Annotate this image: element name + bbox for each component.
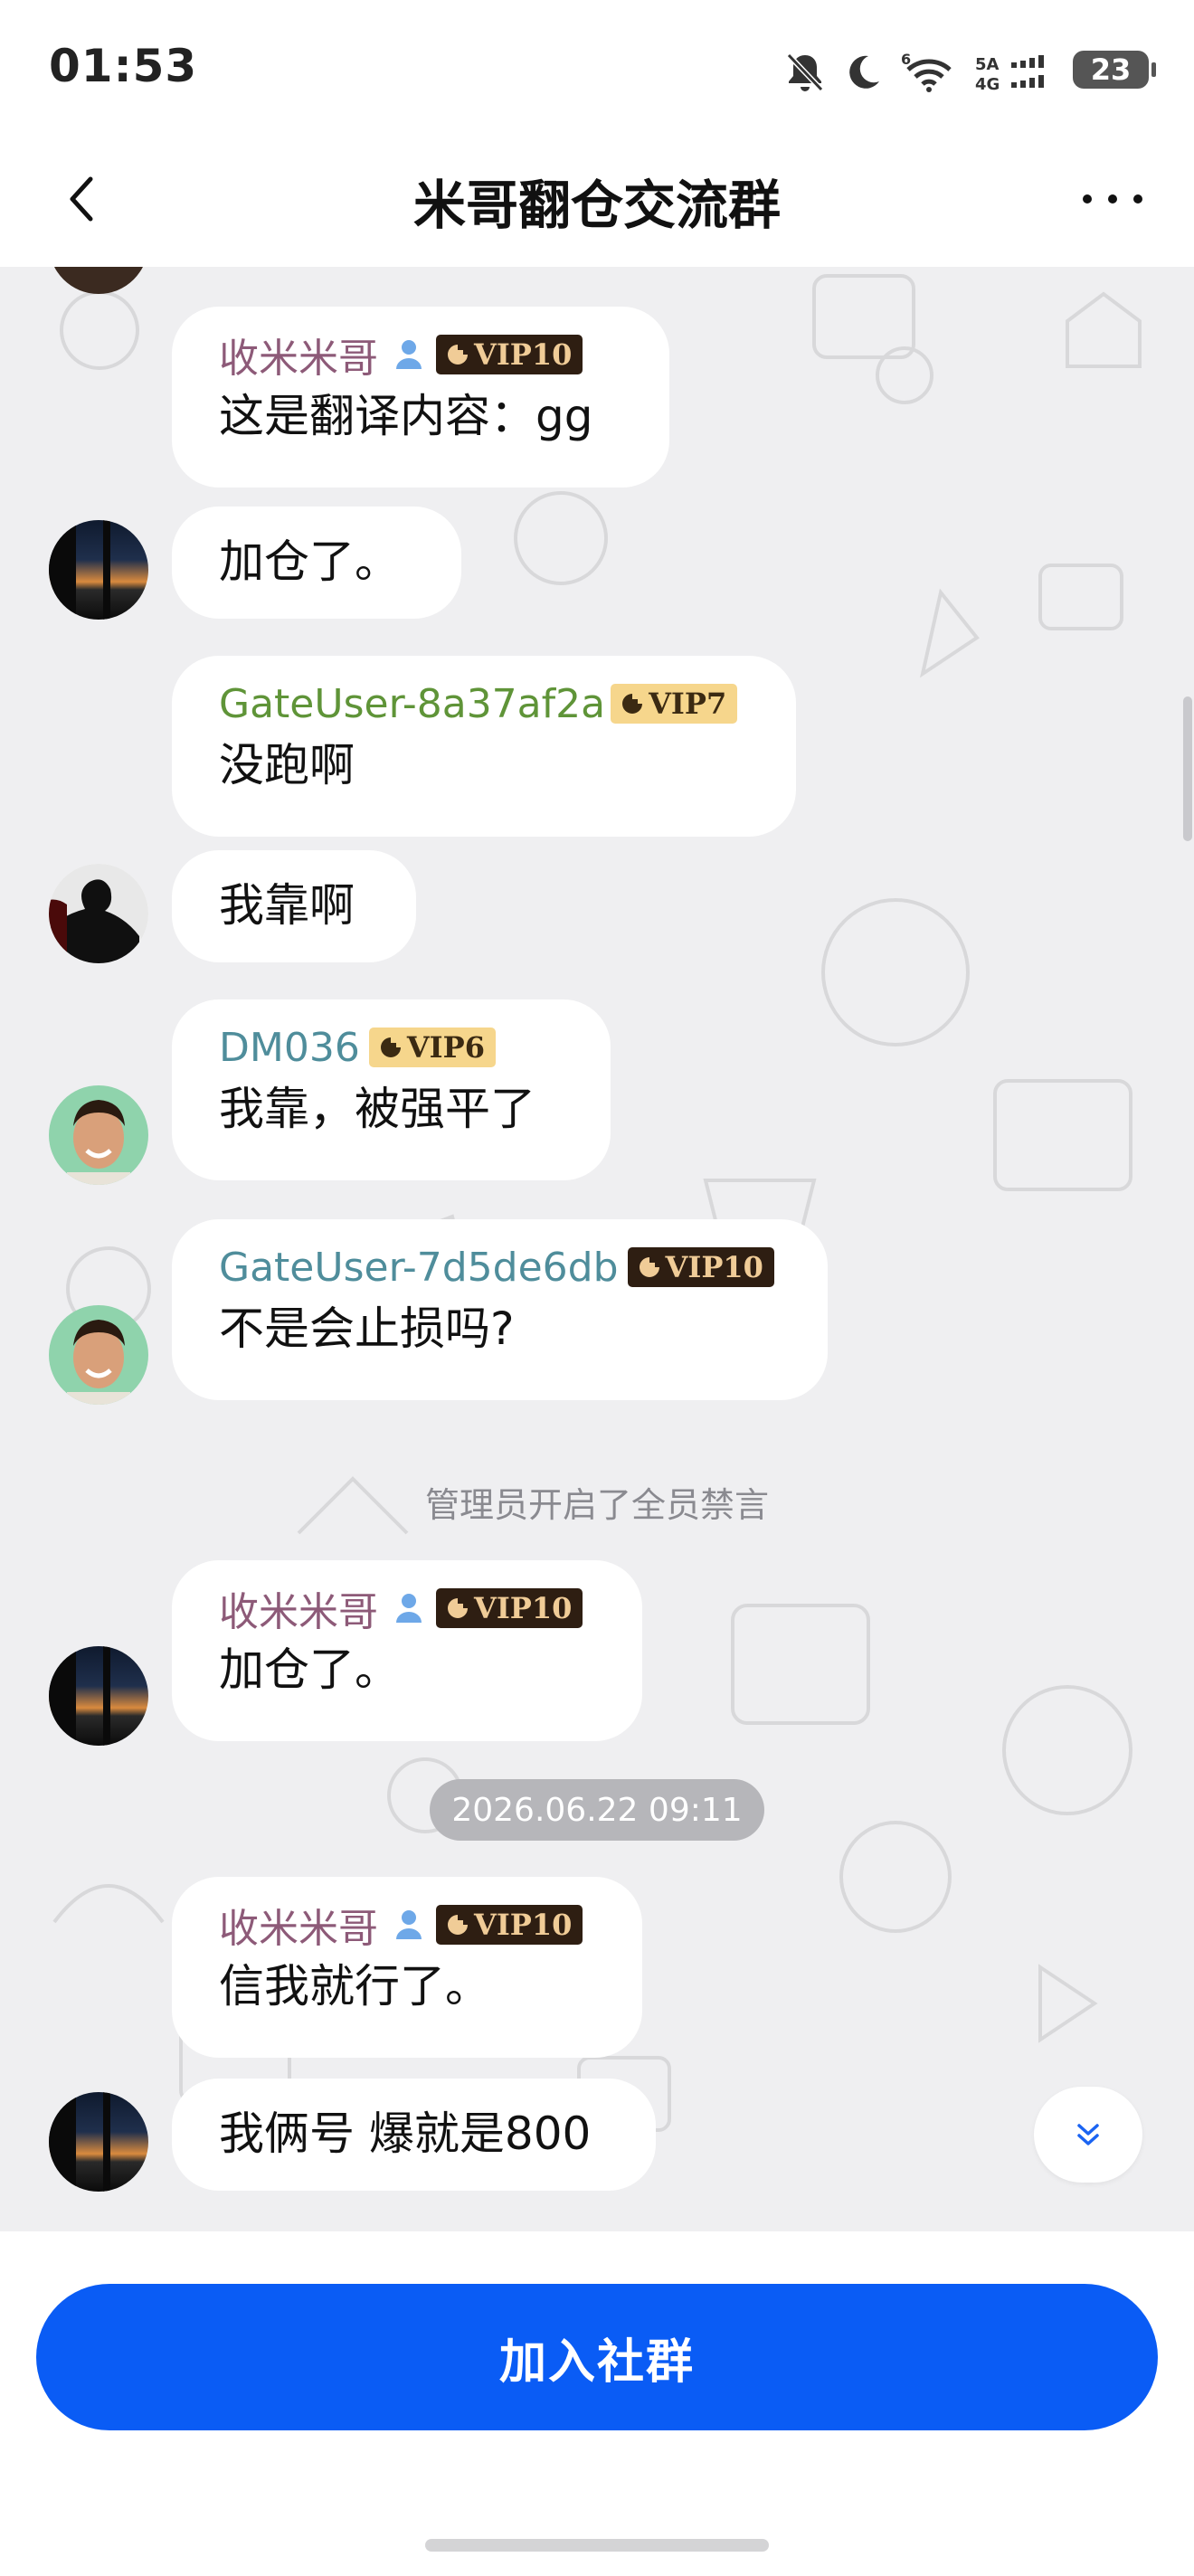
sender-name[interactable]: DM036 <box>219 1025 360 1071</box>
svg-text:4G: 4G <box>975 75 1000 93</box>
message-bubble[interactable]: DM036 VIP6 我靠，被强平了 <box>172 999 611 1180</box>
sender-row: 收米米哥 VIP10 <box>219 326 622 384</box>
message-text: 我靠啊 <box>219 879 355 932</box>
gate-logo-icon <box>448 345 468 365</box>
vip-badge: VIP7 <box>611 684 738 724</box>
vip-badge: VIP10 <box>436 335 583 374</box>
vip-level: VIP6 <box>406 1030 485 1065</box>
person-icon <box>396 1594 422 1623</box>
gate-logo-icon <box>448 1915 468 1935</box>
message-text: 这是翻译内容：gg <box>219 390 593 442</box>
avatar-face-art <box>67 1100 130 1185</box>
avatar-window-art <box>49 2092 110 2192</box>
sender-row: 收米米哥 VIP10 <box>219 1579 595 1637</box>
sender-name[interactable]: 收米米哥 <box>219 1579 378 1637</box>
battery-icon: 23 <box>1073 51 1156 89</box>
sender-name[interactable]: 收米米哥 <box>219 326 378 384</box>
avatar[interactable] <box>49 1305 148 1405</box>
avatar-window-art <box>49 1646 110 1746</box>
message-bubble[interactable]: 收米米哥 VIP10 加仓了。 <box>172 1560 642 1741</box>
avatar[interactable] <box>49 2092 148 2192</box>
message-text: 加仓了。 <box>219 1643 400 1696</box>
sender-row: DM036 VIP6 <box>219 1021 564 1074</box>
avatar[interactable] <box>49 1646 148 1746</box>
bottom-bar: 加入社群 <box>0 2231 1194 2576</box>
message-text: 我靠，被强平了 <box>219 1083 535 1135</box>
page-title: 米哥翻仓交流群 <box>412 175 781 236</box>
chat-messages[interactable]: 收米米哥 VIP10 这是翻译内容：gg 加仓了。 GateUser-8a37a… <box>0 267 1194 2231</box>
signal-icon: 5A 4G <box>975 55 1044 93</box>
message-bubble[interactable]: 收米米哥 VIP10 这是翻译内容：gg <box>172 307 669 488</box>
vip-badge: VIP6 <box>368 1028 496 1067</box>
message-bubble[interactable]: 我俩号 爆就是800 <box>172 2079 656 2191</box>
message-text: 没跑啊 <box>219 739 355 791</box>
avatar[interactable] <box>49 520 148 620</box>
vip-level: VIP7 <box>649 687 727 721</box>
avatar-silhouette-art <box>49 864 148 963</box>
double-chevron-down-icon <box>1077 2124 1099 2145</box>
join-community-button[interactable]: 加入社群 <box>36 2284 1158 2430</box>
svg-text:5A: 5A <box>975 55 1000 74</box>
message-text: 不是会止损吗? <box>219 1302 515 1355</box>
message-text: 加仓了。 <box>219 535 400 588</box>
gate-logo-icon <box>448 1598 468 1618</box>
vip-level: VIP10 <box>474 1908 573 1942</box>
scroll-to-bottom-button[interactable] <box>1034 2087 1142 2183</box>
status-time: 01:53 <box>49 40 198 92</box>
message-bubble[interactable]: GateUser-7d5de6db VIP10 不是会止损吗? <box>172 1219 828 1400</box>
message-bubble[interactable]: 收米米哥 VIP10 信我就行了。 <box>172 1877 642 2058</box>
person-icon <box>396 1910 422 1939</box>
vip-level: VIP10 <box>665 1250 763 1284</box>
gate-logo-icon <box>622 694 643 714</box>
more-dots-icon[interactable] <box>1076 172 1149 226</box>
scrollbar[interactable] <box>1183 696 1192 841</box>
message-bubble[interactable]: 我靠啊 <box>172 850 416 962</box>
avatar[interactable] <box>49 864 148 963</box>
message-bubble[interactable]: 加仓了。 <box>172 507 461 619</box>
system-notice: 管理员开启了全员禁言 <box>424 1485 769 1525</box>
moon-icon <box>849 55 879 89</box>
status-bar: 01:53 6 5A 4G 23 <box>0 0 1194 136</box>
sender-row: GateUser-8a37af2a VIP7 <box>219 677 749 730</box>
sender-name[interactable]: GateUser-8a37af2a <box>219 681 605 727</box>
avatar-face-art <box>67 1320 130 1405</box>
gate-logo-icon <box>380 1037 401 1057</box>
wifi-6-icon: 6 <box>901 52 952 92</box>
avatar[interactable] <box>49 1085 148 1185</box>
vip-badge: VIP10 <box>436 1905 583 1945</box>
status-icons: 6 5A 4G <box>785 45 1058 99</box>
sender-row: 收米米哥 VIP10 <box>219 1896 595 1954</box>
sender-name[interactable]: GateUser-7d5de6db <box>219 1245 619 1291</box>
timestamp-pill: 2026.06.22 09:11 <box>430 1779 764 1841</box>
chat-header: 米哥翻仓交流群 <box>0 136 1194 267</box>
home-indicator[interactable] <box>425 2539 769 2552</box>
bell-off-icon <box>786 52 824 92</box>
sender-row: GateUser-7d5de6db VIP10 <box>219 1241 781 1293</box>
vip-badge: VIP10 <box>627 1247 774 1287</box>
vip-level: VIP10 <box>474 337 573 372</box>
message-text: 我俩号 爆就是800 <box>219 2107 592 2160</box>
vip-badge: VIP10 <box>436 1588 583 1628</box>
vip-level: VIP10 <box>474 1591 573 1625</box>
sender-name[interactable]: 收米米哥 <box>219 1896 378 1954</box>
message-text: 信我就行了。 <box>219 1960 490 2012</box>
svg-text:6: 6 <box>901 52 911 68</box>
message-bubble[interactable]: GateUser-8a37af2a VIP7 没跑啊 <box>172 656 796 837</box>
gate-logo-icon <box>639 1257 659 1277</box>
avatar-window-art <box>49 520 110 620</box>
person-icon <box>396 340 422 369</box>
